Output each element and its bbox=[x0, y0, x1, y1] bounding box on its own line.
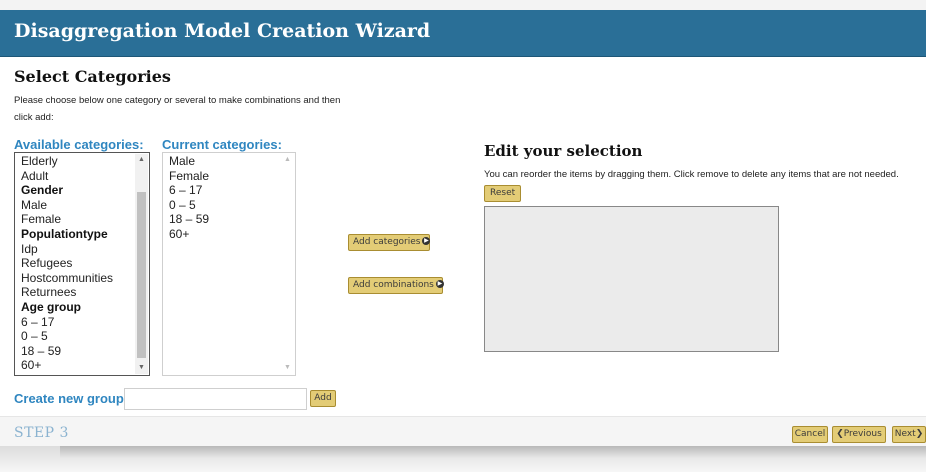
create-new-group-label: Create new group: bbox=[14, 391, 129, 406]
available-categories-label: Available categories: bbox=[14, 137, 144, 152]
category-option[interactable]: Male bbox=[21, 198, 113, 213]
current-category-option[interactable]: 0 – 5 bbox=[169, 198, 209, 213]
current-category-option[interactable]: Female bbox=[169, 169, 209, 184]
category-option[interactable]: Refugees bbox=[21, 256, 113, 271]
wizard-footer bbox=[0, 416, 926, 447]
scrollbar-thumb[interactable] bbox=[137, 192, 146, 358]
wizard-title: Disaggregation Model Creation Wizard bbox=[14, 20, 431, 42]
arrow-right-icon: ▶ bbox=[435, 279, 444, 288]
scroll-up-icon[interactable]: ▲ bbox=[281, 154, 294, 166]
current-category-option[interactable]: Male bbox=[169, 154, 209, 169]
category-option[interactable]: 0 – 5 bbox=[21, 329, 113, 344]
top-strip bbox=[0, 0, 926, 10]
current-category-option[interactable]: 18 – 59 bbox=[169, 212, 209, 227]
current-categories-list: Male Female 6 – 17 0 – 5 18 – 59 60+ bbox=[169, 154, 209, 242]
section-title: Select Categories bbox=[14, 67, 171, 86]
current-scrollbar[interactable]: ▲ ▼ bbox=[281, 154, 294, 374]
reset-button[interactable]: Reset bbox=[484, 184, 522, 202]
current-category-option[interactable]: 60+ bbox=[169, 227, 209, 242]
step-indicator: STEP 3 bbox=[14, 425, 69, 441]
scroll-up-icon[interactable]: ▲ bbox=[135, 154, 148, 166]
instructions-text: Please choose below one category or seve… bbox=[14, 95, 341, 123]
scroll-down-icon[interactable]: ▼ bbox=[281, 362, 294, 374]
available-categories-list: Elderly Adult Gender Male Female Populationty… bbox=[21, 154, 113, 373]
category-option[interactable]: Idp bbox=[21, 242, 113, 257]
arrow-right-icon: ▶ bbox=[422, 236, 431, 245]
category-option[interactable]: 18 – 59 bbox=[21, 344, 113, 359]
add-categories-label: Add categories bbox=[353, 237, 421, 247]
category-group-header[interactable]: Gender bbox=[21, 183, 113, 198]
add-combinations-button[interactable]: Add combinations ▶ bbox=[348, 277, 444, 294]
current-category-option[interactable]: 6 – 17 bbox=[169, 183, 209, 198]
new-group-input[interactable] bbox=[124, 388, 307, 410]
edit-description-text: You can reorder the items by dragging th… bbox=[484, 169, 899, 180]
category-option[interactable]: Elderly bbox=[21, 154, 113, 169]
current-categories-listbox[interactable]: Male Female 6 – 17 0 – 5 18 – 59 60+ ▲ ▼ bbox=[162, 152, 296, 376]
wizard-title-bar: Disaggregation Model Creation Wizard bbox=[0, 10, 926, 57]
available-scrollbar[interactable]: ▲ ▼ bbox=[135, 154, 148, 374]
available-categories-listbox[interactable]: Elderly Adult Gender Male Female Populationty… bbox=[14, 152, 150, 376]
bottom-shadow bbox=[0, 446, 926, 472]
add-categories-button[interactable]: Add categories ▶ bbox=[348, 234, 431, 251]
category-option[interactable]: 6 – 17 bbox=[21, 315, 113, 330]
edit-selection-title: Edit your selection bbox=[484, 142, 643, 160]
category-option[interactable]: Hostcommunities bbox=[21, 271, 113, 286]
add-combinations-label: Add combinations bbox=[353, 280, 434, 290]
add-group-button[interactable]: Add bbox=[310, 390, 336, 407]
cancel-button[interactable]: Cancel bbox=[792, 426, 828, 443]
category-group-header[interactable]: Populationtype bbox=[21, 227, 113, 242]
category-option[interactable]: Adult bbox=[21, 169, 113, 184]
scroll-down-icon[interactable]: ▼ bbox=[135, 362, 148, 374]
category-option[interactable]: 60+ bbox=[21, 358, 113, 373]
selection-dropzone[interactable] bbox=[484, 206, 779, 352]
category-option[interactable]: Female bbox=[21, 212, 113, 227]
previous-button[interactable]: ❮Previous bbox=[832, 426, 886, 443]
current-categories-label: Current categories: bbox=[162, 137, 282, 152]
category-option[interactable]: Returnees bbox=[21, 285, 113, 300]
category-group-header[interactable]: Age group bbox=[21, 300, 113, 315]
next-button[interactable]: Next❯ bbox=[892, 426, 926, 443]
edit-selection-description: You can reorder the items by dragging th… bbox=[484, 165, 904, 203]
